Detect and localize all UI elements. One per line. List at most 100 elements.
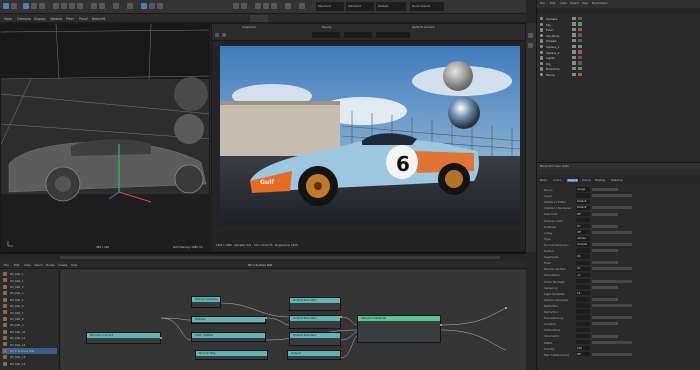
object-row[interactable]: Rig — [538, 61, 698, 66]
attribute-row[interactable]: Matte — [540, 339, 698, 346]
attribute-row[interactable]: Radius — [540, 248, 698, 254]
visibility-dot-icon[interactable] — [572, 44, 576, 48]
attribute-slider[interactable] — [592, 352, 632, 356]
mode-field[interactable]: Standard — [346, 2, 374, 11]
attribute-value-field[interactable] — [576, 327, 590, 333]
attribute-value-field[interactable] — [576, 303, 590, 308]
object-tag-icon[interactable] — [578, 38, 582, 43]
visibility-dot-icon[interactable] — [572, 50, 576, 54]
node-output-standard-3[interactable]: Output Standard — [289, 332, 341, 346]
visibility-dot-icon[interactable] — [572, 66, 576, 71]
attribute-value-field[interactable] — [576, 278, 590, 284]
attribute-slider[interactable] — [592, 340, 632, 344]
perspective-viewport[interactable]: Perspective 360 x 220 Grid Spacing: 1000… — [0, 23, 210, 252]
object-tag-icon[interactable] — [578, 16, 582, 20]
attr-tab-display[interactable]: Display — [595, 179, 605, 182]
object-tag-icon[interactable] — [578, 33, 582, 37]
object-row[interactable]: Sphere_2 — [538, 50, 698, 55]
attribute-slider[interactable] — [592, 279, 632, 283]
attr-tab-coord[interactable]: Coord. — [553, 179, 562, 182]
attribute-row[interactable]: X-Ray Off — [540, 230, 698, 236]
node-color-splitter[interactable]: Color Splitter — [191, 332, 266, 342]
attribute-row[interactable]: Fillet — [540, 260, 698, 266]
attribute-value-field[interactable] — [576, 321, 590, 326]
material-layer-row[interactable]: RS_Mat_2 — [2, 277, 57, 283]
object-icon[interactable] — [233, 3, 239, 9]
visibility-dot-icon[interactable] — [572, 38, 576, 43]
move-icon[interactable] — [23, 3, 29, 9]
attribute-row[interactable]: Orientation +Y — [540, 272, 698, 278]
node-normal-map[interactable]: Normal Map — [195, 350, 268, 360]
node-texture-sampler[interactable]: Texture Sampler — [191, 296, 221, 308]
node-standard-material[interactable]: Standard Material — [357, 315, 441, 343]
material-layer-row[interactable]: RS_Mat_9 — [2, 322, 57, 328]
redo-icon[interactable] — [11, 3, 17, 9]
menu-filter[interactable]: Filter — [66, 17, 74, 21]
pin-icon[interactable] — [528, 33, 533, 38]
stop-icon[interactable] — [222, 33, 226, 37]
attribute-row[interactable]: Visible in Editor Default — [540, 199, 698, 205]
attribute-slider[interactable] — [592, 316, 632, 320]
attribute-value-field[interactable]: Infinite — [576, 236, 590, 241]
material-layer-row[interactable]: RS C Surface Mat — [2, 347, 57, 354]
om-menu-bookmarks[interactable]: Bookmarks — [592, 2, 608, 5]
attribute-slider[interactable] — [592, 243, 632, 247]
render-tab-beauty[interactable]: Beauty — [322, 26, 332, 29]
object-row[interactable]: Lights — [538, 55, 698, 60]
attribute-row[interactable]: Sampling — [540, 284, 698, 291]
attribute-value-field[interactable] — [576, 248, 590, 253]
attribute-slider[interactable] — [592, 267, 632, 271]
brush-icon[interactable] — [91, 3, 97, 9]
node-output-standard-2[interactable]: Output Standard — [289, 315, 341, 329]
node-color-correct[interactable]: RS Color Correct — [86, 332, 161, 344]
attribute-value-field[interactable]: Off — [576, 352, 590, 357]
visibility-dot-icon[interactable] — [572, 27, 576, 32]
attribute-row[interactable]: Max Subdivisions Off — [540, 352, 698, 358]
ne-menu-view[interactable]: View — [24, 263, 31, 267]
visibility-dot-icon[interactable] — [572, 72, 576, 76]
snap-icon[interactable] — [127, 3, 133, 9]
om-menu-object[interactable]: Object — [570, 2, 579, 5]
spline-icon[interactable] — [241, 3, 247, 9]
port[interactable] — [505, 307, 507, 309]
attribute-row[interactable]: Caustics — [540, 321, 698, 327]
render-tab-camera[interactable]: Redshift Camera — [412, 26, 434, 29]
object-tag-icon[interactable] — [578, 50, 582, 54]
attribute-row[interactable]: Type Infinite — [540, 236, 698, 242]
attribute-value-field[interactable]: Default — [576, 199, 590, 204]
tag-icon[interactable] — [285, 3, 291, 9]
menu-view[interactable]: View — [4, 17, 12, 21]
material-layer-row[interactable]: RS_Mat_4 — [2, 290, 57, 296]
attribute-row[interactable]: Use Color Off — [540, 211, 698, 217]
object-tag-icon[interactable] — [578, 44, 582, 48]
om-menu-edit[interactable]: Edit — [550, 2, 555, 5]
material-layer-row[interactable]: RS_Mat_3 — [2, 284, 57, 290]
object-row[interactable]: Car_Body — [538, 33, 698, 38]
object-tag-icon[interactable] — [578, 66, 582, 71]
menu-options[interactable]: Options — [50, 17, 62, 21]
effector-icon[interactable] — [271, 3, 277, 9]
attribute-row[interactable]: Light Samples 16 — [540, 291, 698, 297]
attribute-value-field[interactable]: +Y — [576, 272, 590, 278]
port[interactable] — [265, 317, 267, 319]
attribute-slider[interactable] — [592, 334, 618, 338]
undo-icon[interactable] — [3, 3, 9, 9]
visibility-dot-icon[interactable] — [572, 22, 576, 26]
attribute-row[interactable]: Refraction — [540, 309, 698, 315]
attribute-slider[interactable] — [592, 224, 618, 228]
object-search-bar[interactable] — [537, 8, 700, 14]
visibility-dot-icon[interactable] — [572, 33, 576, 37]
ne-menu-help[interactable]: Help — [71, 263, 77, 267]
material-layer-row[interactable]: RS_Mat_5 — [2, 297, 57, 303]
attribute-value-field[interactable] — [576, 193, 590, 198]
attribute-row[interactable]: Volume Samples — [540, 297, 698, 303]
ne-menu-create[interactable]: Create — [58, 263, 67, 267]
attribute-value-field[interactable] — [576, 297, 590, 302]
object-tag-icon[interactable] — [578, 61, 582, 65]
play-icon[interactable] — [215, 33, 219, 37]
sphere-icon[interactable] — [61, 3, 67, 9]
object-row[interactable]: Backdrop — [538, 66, 698, 71]
visibility-dot-icon[interactable] — [572, 55, 576, 60]
attribute-value-field[interactable] — [576, 309, 590, 314]
attribute-row[interactable]: Volumetric — [540, 333, 698, 339]
